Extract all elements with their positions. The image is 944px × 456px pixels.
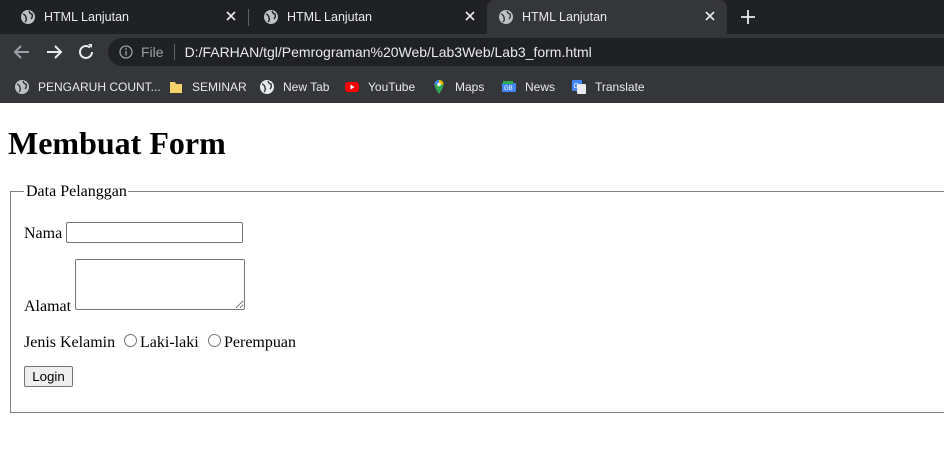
- navigation-toolbar: File D:/FARHAN/tgl/Pemrograman%20Web/Lab…: [0, 34, 944, 70]
- bookmark-new-tab[interactable]: New Tab: [259, 70, 329, 103]
- bookmark-maps[interactable]: Maps: [431, 70, 484, 103]
- alamat-label: Alamat: [24, 298, 72, 315]
- tab-title: HTML Lanjutan: [44, 10, 129, 24]
- bookmarks-bar: PENGARUH COUNT... SEMINAR New Tab YouTub…: [0, 70, 944, 103]
- bookmark-translate[interactable]: G Translate: [571, 70, 645, 103]
- nama-input[interactable]: [66, 222, 243, 243]
- close-icon[interactable]: [703, 9, 717, 23]
- globe-icon: [260, 79, 274, 94]
- maps-icon: [434, 79, 444, 94]
- bookmark-label: Translate: [595, 79, 645, 94]
- address-bar[interactable]: File D:/FARHAN/tgl/Pemrograman%20Web/Lab…: [108, 38, 944, 66]
- globe-icon: [15, 79, 29, 94]
- youtube-icon: [345, 81, 359, 92]
- url-text[interactable]: D:/FARHAN/tgl/Pemrograman%20Web/Lab3Web/…: [185, 44, 592, 60]
- alamat-textarea[interactable]: [75, 259, 245, 310]
- new-tab-icon[interactable]: [738, 7, 758, 27]
- omnibox-divider: [173, 44, 175, 60]
- radio-perempuan[interactable]: [208, 334, 221, 347]
- close-icon[interactable]: [224, 9, 238, 23]
- bookmark-pengaruh[interactable]: PENGARUH COUNT...: [14, 70, 161, 103]
- tab-separator: [248, 9, 249, 26]
- browser-chrome: HTML Lanjutan HTML Lanjutan HTML Lanjuta…: [0, 0, 944, 103]
- bookmark-label: PENGARUH COUNT...: [38, 79, 161, 94]
- tab-2[interactable]: HTML Lanjutan: [259, 0, 487, 34]
- info-icon[interactable]: [119, 45, 133, 59]
- bookmark-seminar[interactable]: SEMINAR: [168, 70, 247, 103]
- radio-label-perempuan: Perempuan: [224, 334, 296, 351]
- radio-label-laki-laki: Laki-laki: [140, 334, 199, 351]
- svg-text:G: G: [574, 83, 579, 90]
- tab-title: HTML Lanjutan: [287, 10, 372, 24]
- bookmark-label: News: [525, 79, 556, 94]
- tab-strip: HTML Lanjutan HTML Lanjutan HTML Lanjuta…: [0, 0, 944, 34]
- folder-icon: [170, 81, 182, 93]
- bookmark-label: YouTube: [368, 79, 416, 94]
- bookmark-news[interactable]: GB News: [501, 70, 555, 103]
- forward-icon[interactable]: [43, 41, 65, 63]
- close-icon[interactable]: [463, 9, 477, 23]
- tab-title: HTML Lanjutan: [522, 10, 607, 24]
- reload-icon[interactable]: [75, 41, 97, 63]
- page-title: Membuat Form: [8, 125, 226, 161]
- tab-1[interactable]: HTML Lanjutan: [0, 0, 248, 34]
- bookmark-label: New Tab: [283, 79, 330, 94]
- bookmark-label: Maps: [455, 79, 485, 94]
- nama-label: Nama: [24, 225, 63, 242]
- gender-label: Jenis Kelamin: [24, 334, 116, 351]
- globe-icon: [264, 10, 278, 24]
- svg-text:GB: GB: [504, 86, 513, 92]
- globe-icon: [21, 10, 35, 24]
- radio-laki-laki[interactable]: [124, 334, 137, 347]
- translate-icon: G: [572, 79, 586, 94]
- scheme-label: File: [141, 44, 164, 60]
- bookmark-youtube[interactable]: YouTube: [344, 70, 415, 103]
- bookmark-label: SEMINAR: [192, 79, 247, 94]
- news-icon: GB: [502, 80, 516, 92]
- login-button[interactable]: Login: [24, 366, 73, 387]
- globe-icon: [499, 10, 513, 24]
- back-icon[interactable]: [11, 41, 33, 63]
- tab-3-active[interactable]: HTML Lanjutan: [487, 0, 727, 34]
